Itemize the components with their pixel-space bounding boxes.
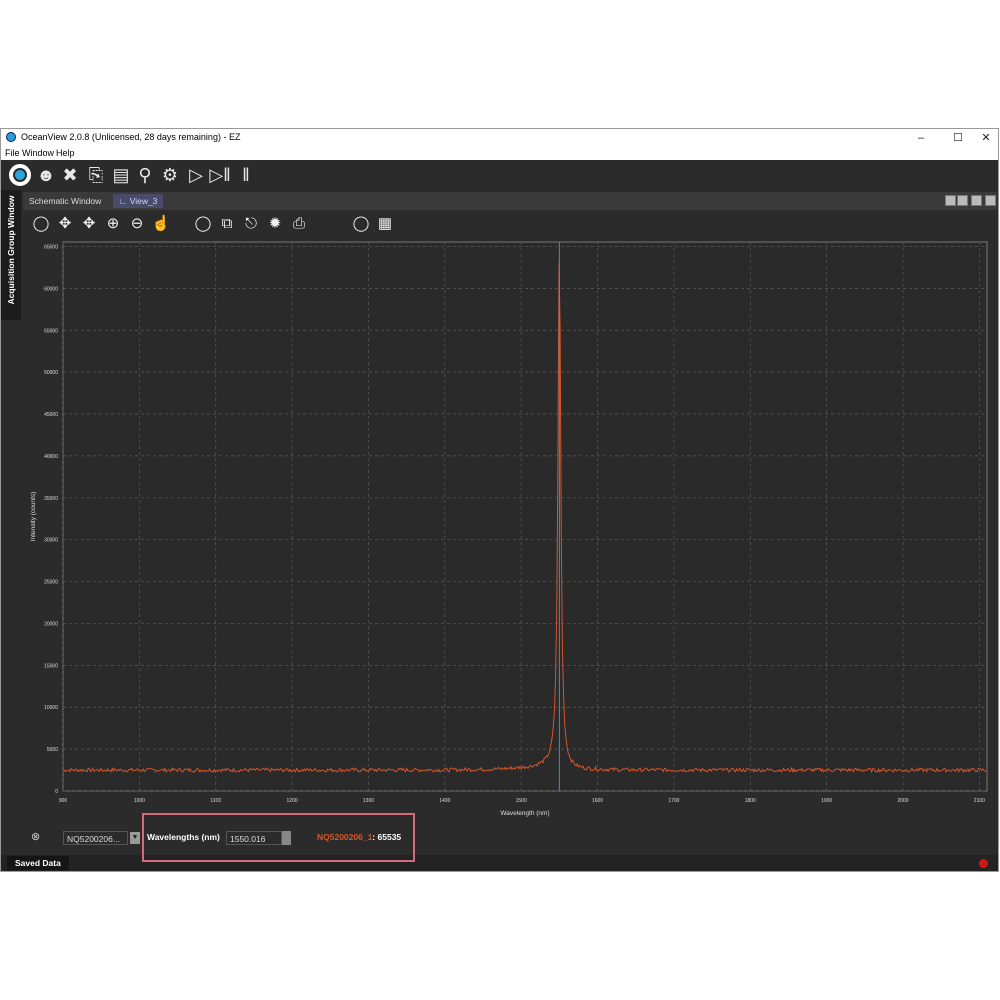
remove-icon[interactable]: ⊗: [31, 830, 40, 843]
x-tick-label: 900: [59, 798, 68, 804]
menu-help[interactable]: Help: [56, 148, 75, 158]
minimize-button[interactable]: –: [906, 129, 936, 147]
y-tick-label: 60000: [44, 286, 58, 292]
spectrum-chart[interactable]: 900 1000 1100 1200 1300 1400 1500 1600 1700 1800 1…: [23, 236, 997, 821]
dropdown-arrow-icon[interactable]: ▼: [130, 832, 140, 844]
plot-toolbar: ◯ ✥ ✥ ⊕ ⊖ ☝ ◯ ⧉ ⎋ ✹ ⎙ ◯ ▦: [23, 212, 997, 236]
tile-right-icon[interactable]: [957, 195, 968, 206]
plot-area: [62, 241, 988, 792]
search-icon[interactable]: ⚲: [134, 164, 156, 186]
single-step-icon[interactable]: ▷‖: [209, 164, 231, 186]
view-panel: Schematic Window ∟ View_3 ◯ ✥ ✥ ⊕ ⊖ ☝ ◯ …: [23, 192, 997, 851]
play-icon[interactable]: ▷: [185, 164, 207, 186]
saved-data-tab[interactable]: Saved Data: [7, 856, 69, 870]
x-tick-label: 1400: [439, 798, 450, 804]
y-tick-label: 25000: [44, 580, 58, 586]
auto-scale-icon[interactable]: ◯: [31, 214, 51, 234]
status-indicator: [979, 859, 988, 868]
x-tick-label: 2100: [974, 798, 985, 804]
pan-icon[interactable]: ✥: [55, 214, 75, 234]
menu-file[interactable]: File: [5, 148, 20, 158]
y-tick-label: 55000: [44, 328, 58, 334]
tab-view-3-label: View_3: [129, 196, 158, 206]
menu-bar: File Window Help: [1, 147, 998, 160]
title-bar: OceanView 2.0.8 (Unlicensed, 28 days rem…: [1, 129, 998, 147]
chart-tab-icon: ∟: [119, 196, 130, 206]
main-window: OceanView 2.0.8 (Unlicensed, 28 days rem…: [0, 128, 999, 872]
x-tick-label: 1900: [821, 798, 832, 804]
x-tick-label: 1000: [134, 798, 145, 804]
app-icon: [6, 132, 16, 142]
tile-left-icon[interactable]: [945, 195, 956, 206]
x-tick-label: 1500: [516, 798, 527, 804]
print-icon[interactable]: ⎙: [289, 214, 309, 234]
save-icon[interactable]: ▤: [110, 164, 132, 186]
window-title: OceanView 2.0.8 (Unlicensed, 28 days rem…: [21, 132, 241, 142]
y-tick-label: 10000: [44, 705, 58, 711]
open-file-icon[interactable]: ⎘: [85, 164, 107, 186]
export-icon[interactable]: ⎋: [241, 214, 261, 234]
y-tick-label: 20000: [44, 621, 58, 627]
maximize-button[interactable]: ☐: [943, 129, 973, 147]
zoom-in-icon[interactable]: ⊕: [103, 214, 123, 234]
table-icon[interactable]: ▦: [375, 214, 395, 234]
x-tick-label: 1700: [668, 798, 679, 804]
hand-icon[interactable]: ☝: [151, 214, 171, 234]
zoom-out-icon[interactable]: ⊖: [127, 214, 147, 234]
y-axis-label: Intensity (counts): [30, 492, 37, 542]
tab-schematic-window[interactable]: Schematic Window: [29, 196, 101, 206]
copy-icon[interactable]: ⧉: [217, 214, 237, 234]
y-tick-label: 35000: [44, 496, 58, 502]
reset-view-icon[interactable]: ◯: [193, 214, 213, 234]
maximize-panel-icon[interactable]: [985, 195, 996, 206]
x-tick-label: 1200: [287, 798, 298, 804]
menu-window[interactable]: Window: [22, 148, 54, 158]
x-tick-label: 1300: [363, 798, 374, 804]
y-tick-label: 65000: [44, 244, 58, 250]
y-tick-label: 30000: [44, 538, 58, 544]
y-tick-label: 0: [55, 789, 58, 795]
y-tick-label: 50000: [44, 370, 58, 376]
oceanview-logo-icon[interactable]: [9, 164, 31, 186]
acquire-settings-icon[interactable]: ⚙: [159, 164, 181, 186]
x-axis-label: Wavelength (nm): [500, 810, 549, 817]
move-icon[interactable]: ✥: [79, 214, 99, 234]
acquisition-group-tab[interactable]: Acquisition Group Window: [1, 190, 21, 320]
x-tick-label: 2000: [897, 798, 908, 804]
y-tick-label: 45000: [44, 412, 58, 418]
main-toolbar: ☻ ✖ ⎘ ▤ ⚲ ⚙ ▷ ▷‖ ‖: [1, 160, 998, 190]
y-tick-label: 5000: [47, 747, 58, 753]
y-tick-label: 15000: [44, 663, 58, 669]
x-tick-label: 1800: [745, 798, 756, 804]
device-manager-icon[interactable]: ☻: [35, 164, 57, 186]
highlight-box: [142, 813, 415, 862]
tools-icon[interactable]: ✖: [59, 164, 81, 186]
settings-icon[interactable]: ✹: [265, 214, 285, 234]
x-tick-label: 1100: [210, 798, 221, 804]
pause-icon[interactable]: ‖: [235, 164, 257, 186]
acquisition-group-label: Acquisition Group Window: [6, 195, 16, 305]
tab-view-3[interactable]: ∟ View_3: [113, 194, 164, 208]
overlay-icon[interactable]: ◯: [351, 214, 371, 234]
close-button[interactable]: ✕: [971, 129, 1000, 147]
restore-panel-icon[interactable]: [971, 195, 982, 206]
tab-bar: Schematic Window ∟ View_3: [23, 192, 997, 210]
spectrum-select[interactable]: NQ5200206...: [63, 831, 128, 845]
y-tick-label: 40000: [44, 454, 58, 460]
x-tick-label: 1600: [592, 798, 603, 804]
